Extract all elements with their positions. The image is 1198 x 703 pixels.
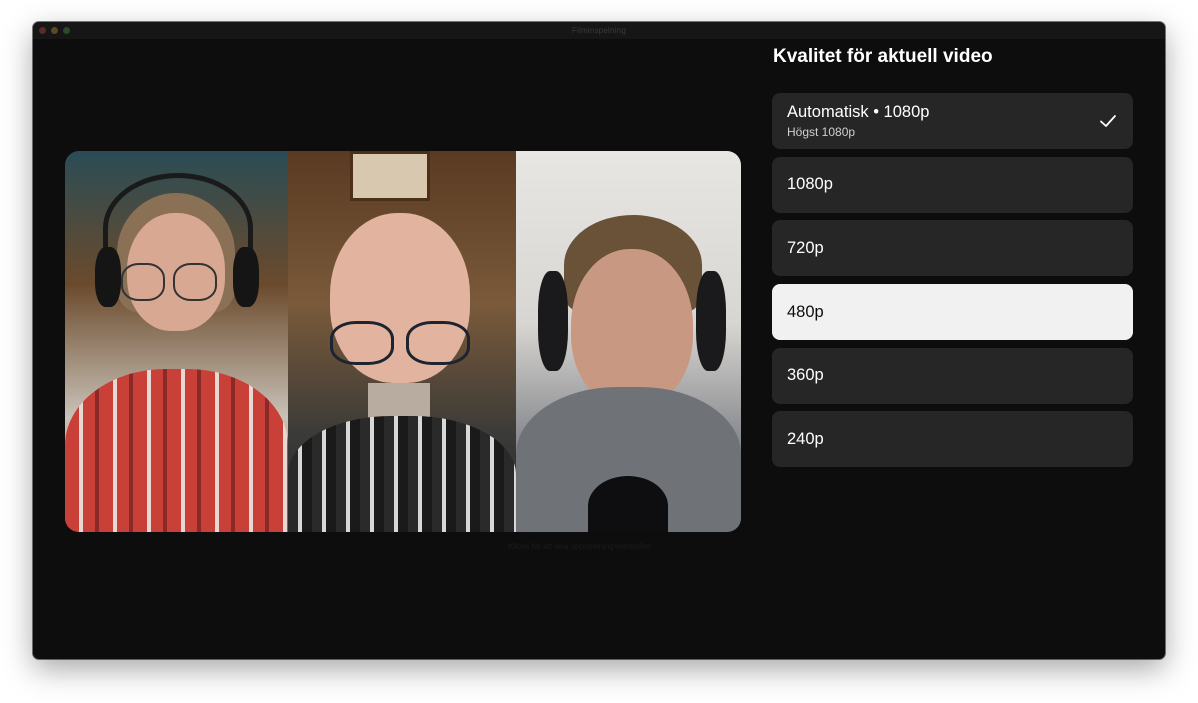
video-caption: Klicka för att visa uppspelningskontroll… <box>508 542 651 551</box>
window-title: Filminspelning <box>572 26 626 35</box>
quality-option-list: Automatisk • 1080p Högst 1080p 1080p 720… <box>772 93 1133 475</box>
quality-option-1080p[interactable]: 1080p <box>772 156 1133 213</box>
title-bar: Filminspelning <box>33 22 1165 39</box>
window-controls <box>39 27 70 34</box>
headset <box>103 173 253 283</box>
quality-option-auto[interactable]: Automatisk • 1080p Högst 1080p <box>772 93 1133 149</box>
option-label: Automatisk • 1080p <box>787 103 930 121</box>
option-label: 480p <box>787 302 824 321</box>
checkmark-icon <box>1100 115 1116 127</box>
option-label: 240p <box>787 429 824 448</box>
option-sublabel: Högst 1080p <box>787 125 856 139</box>
quality-option-480p[interactable]: 480p <box>772 284 1133 341</box>
video-player[interactable] <box>65 151 741 532</box>
maximize-window-button[interactable] <box>63 27 70 34</box>
close-window-button[interactable] <box>39 27 46 34</box>
option-label: 720p <box>787 238 824 257</box>
quality-option-720p[interactable]: 720p <box>772 220 1133 277</box>
microphone <box>588 476 668 532</box>
minimize-window-button[interactable] <box>51 27 58 34</box>
video-participant-2 <box>288 151 516 532</box>
quality-option-360p[interactable]: 360p <box>772 347 1133 404</box>
quality-panel-title: Kvalitet för aktuell video <box>773 46 993 67</box>
quality-option-240p[interactable]: 240p <box>772 411 1133 468</box>
option-label: 1080p <box>787 175 833 194</box>
app-window: Filminspelning Klicka för att visa uppsp… <box>33 22 1165 659</box>
video-participant-3 <box>516 151 741 532</box>
video-participant-1 <box>65 151 288 532</box>
participant-face <box>571 249 693 407</box>
option-label: 360p <box>787 366 824 385</box>
